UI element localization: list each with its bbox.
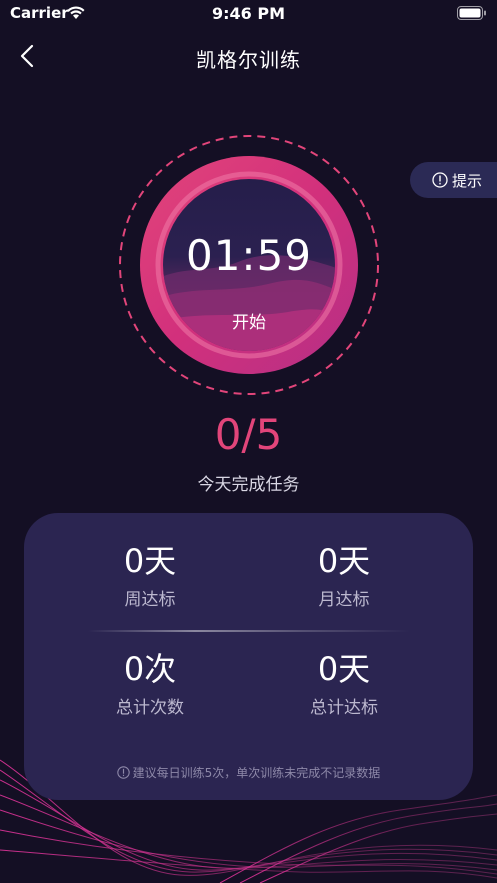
daily-progress-label: 今天完成任务 xyxy=(197,475,300,495)
stats-divider xyxy=(88,630,410,632)
stat-total-days-label: 总计达标 xyxy=(310,698,378,718)
battery-icon xyxy=(457,6,486,20)
stat-monthly-label: 月达标 xyxy=(318,590,370,610)
start-button[interactable]: 开始 xyxy=(118,308,380,333)
stat-total-count-value: 0次 xyxy=(123,650,177,688)
info-icon xyxy=(432,172,448,188)
status-time: 9:46 PM xyxy=(211,4,285,23)
stat-monthly-value: 0天 xyxy=(317,542,371,580)
timer-dial[interactable]: 01:59 开始 xyxy=(118,134,380,396)
stat-total-days-value: 0天 xyxy=(317,650,371,688)
daily-progress-value: 0/5 xyxy=(214,410,283,459)
stat-total-count: 0次 总计次数 xyxy=(50,649,250,718)
stat-total-days: 0天 总计达标 xyxy=(244,649,444,718)
stat-weekly-value: 0天 xyxy=(123,542,177,580)
page-title: 凯格尔训练 xyxy=(196,48,301,72)
timer-countdown: 01:59 xyxy=(185,231,313,280)
stat-weekly-label: 周达标 xyxy=(124,590,176,610)
stats-card: 0天 周达标 0天 月达标 0次 总计次数 0天 总计达标 建议每日训练5次，单… xyxy=(24,513,473,800)
hint-button[interactable]: 提示 xyxy=(410,162,497,198)
hint-label: 提示 xyxy=(452,171,483,190)
training-tip-text: 建议每日训练5次，单次训练未完成不记录数据 xyxy=(132,766,381,780)
navigation-bar: 凯格尔训练 xyxy=(0,34,497,78)
status-bar: Carrier 9:46 PM xyxy=(0,0,497,30)
stat-monthly: 0天 月达标 xyxy=(244,541,444,610)
info-icon xyxy=(116,766,130,779)
training-tip: 建议每日训练5次，单次训练未完成不记录数据 xyxy=(24,764,473,781)
stat-total-count-label: 总计次数 xyxy=(116,698,184,718)
stat-weekly: 0天 周达标 xyxy=(50,541,250,610)
